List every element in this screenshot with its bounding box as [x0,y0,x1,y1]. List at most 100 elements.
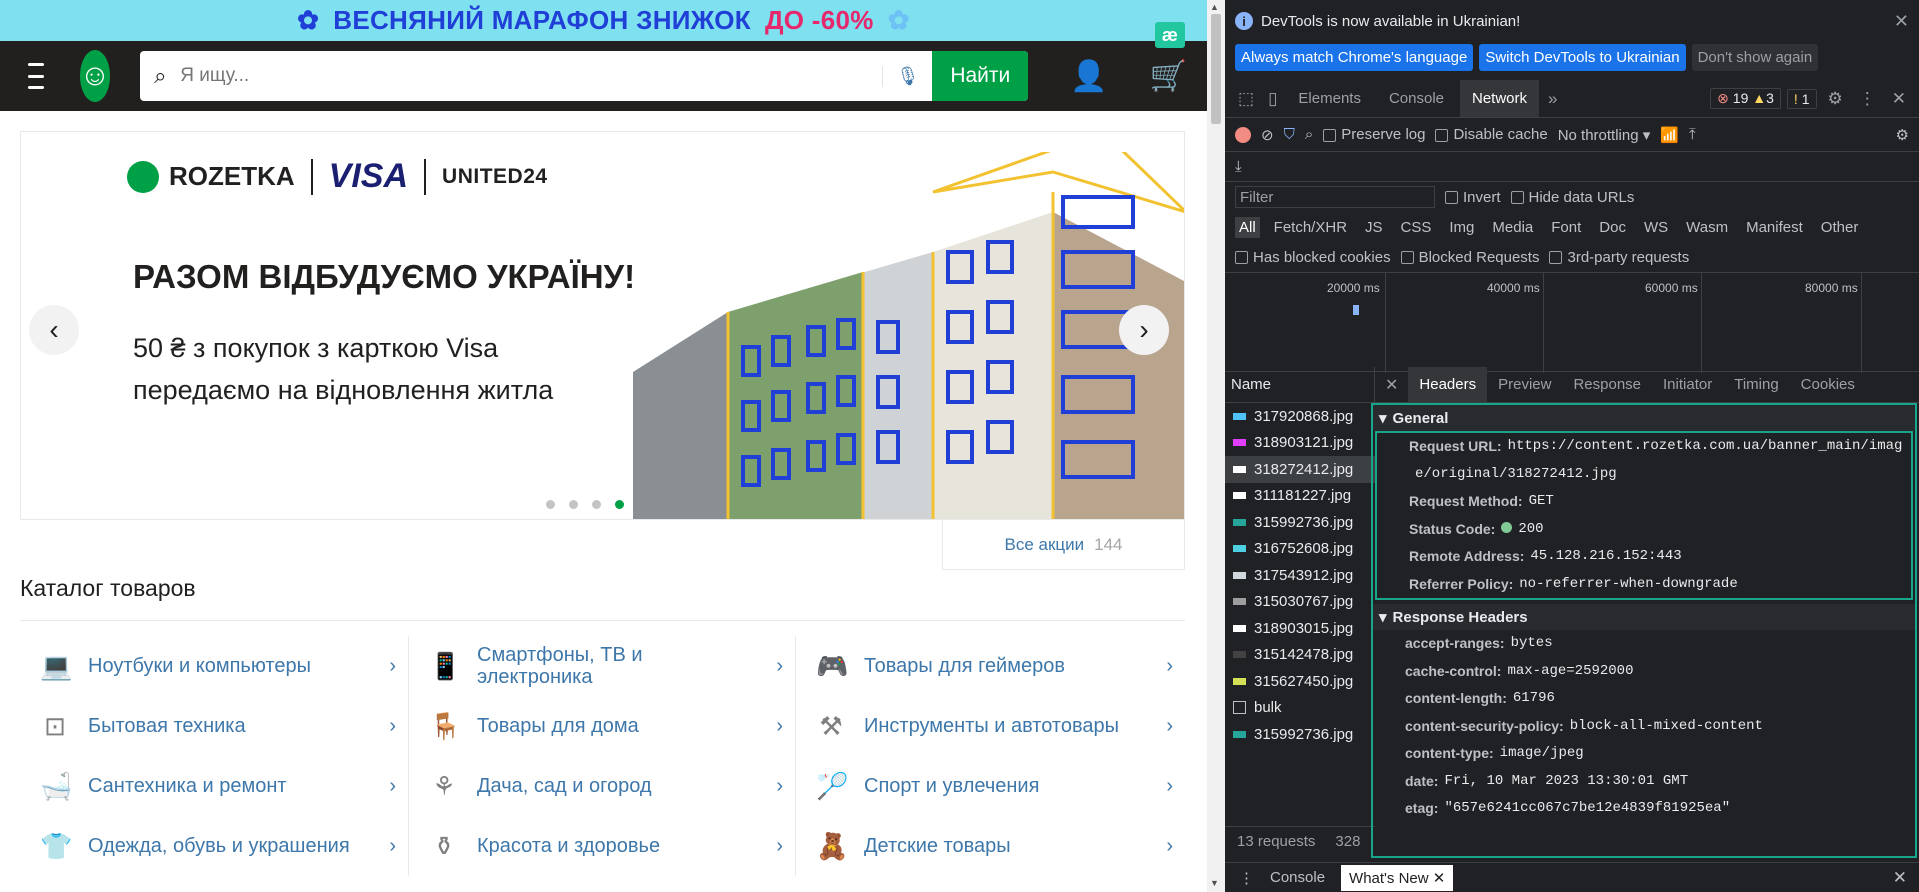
filter-input[interactable]: Filter [1235,186,1435,208]
catalog-item[interactable]: 👕 Одежда, обувь и украшения › [20,816,408,876]
request-row[interactable]: 315992736.jpg [1225,721,1375,748]
tab-elements[interactable]: Elements [1286,80,1373,117]
catalog-item[interactable]: ⊡ Бытовая техника › [20,696,408,756]
export-har-icon[interactable]: ⤓ [1235,158,1242,175]
detail-tab-timing[interactable]: Timing [1723,367,1789,402]
banner-next-button[interactable]: › [1119,305,1169,355]
drawer-tab-whats-new[interactable]: What's New ✕ [1341,864,1454,891]
scrollbar-thumb[interactable] [1211,14,1221,124]
settings-icon[interactable]: ⚙ [1823,89,1848,109]
close-drawer-icon[interactable]: ✕ [1893,868,1907,888]
menu-icon[interactable] [28,63,44,89]
match-language-button[interactable]: Always match Chrome's language [1235,43,1474,71]
more-tabs-icon[interactable]: » [1543,89,1562,109]
type-filter-js[interactable]: JS [1361,217,1387,238]
close-detail-icon[interactable]: ✕ [1375,375,1408,395]
all-promotions-link[interactable]: Все акции 144 [942,520,1185,570]
throttling-select[interactable]: No throttling ▾ [1558,126,1651,144]
blocked-requests-checkbox[interactable]: Blocked Requests [1400,249,1539,266]
response-headers-section-header[interactable]: ▾ Response Headers [1373,604,1915,630]
main-banner[interactable]: ROZETKA VISA UNITED24 РАЗОМ ВІДБУДУЄМО У… [20,131,1185,520]
more-options-icon[interactable]: ⋮ [1854,89,1881,109]
cart-icon[interactable]: 🛒 [1150,59,1187,94]
header-value[interactable]: bytes [1511,630,1553,658]
preserve-log-checkbox[interactable]: Preserve log [1323,126,1425,143]
import-har-icon[interactable]: ⤒ [1689,126,1696,143]
disable-cache-checkbox[interactable]: Disable cache [1435,126,1548,143]
type-filter-css[interactable]: CSS [1397,217,1436,238]
request-row[interactable]: 311181227.jpg [1225,483,1375,510]
microphone-icon[interactable]: 🎙 [882,65,932,87]
request-row[interactable]: 318272412.jpg [1225,456,1375,483]
error-warning-badge[interactable]: ⊗ 19 ▲3 [1710,88,1781,109]
request-row[interactable]: 315030767.jpg [1225,589,1375,616]
type-filter-all[interactable]: All [1235,216,1260,238]
search-icon[interactable]: ⌕ [1305,126,1313,143]
general-section-header[interactable]: ▾ General [1373,405,1915,431]
catalog-item[interactable]: 🏸 Спорт и увлечения › [796,756,1185,816]
drawer-tab-console[interactable]: Console [1270,869,1325,886]
device-toolbar-icon[interactable]: ▯ [1263,89,1282,109]
banner-dot[interactable] [569,500,578,509]
name-column-header[interactable]: Name [1225,367,1375,403]
header-value[interactable]: max-age=2592000 [1507,658,1633,686]
header-value[interactable]: GET [1529,488,1554,516]
tab-console[interactable]: Console [1377,80,1456,117]
banner-dot-active[interactable] [615,500,624,509]
clear-icon[interactable]: ⊘ [1261,126,1274,144]
hide-data-urls-checkbox[interactable]: Hide data URLs [1510,189,1634,206]
request-row[interactable]: 315142478.jpg [1225,642,1375,669]
header-value[interactable]: block-all-mixed-content [1570,713,1763,741]
type-filter-font[interactable]: Font [1547,217,1585,238]
drawer-menu-icon[interactable]: ⋮ [1239,869,1254,887]
catalog-item[interactable]: ⚱ Красота и здоровье › [408,816,796,876]
record-icon[interactable] [1235,126,1251,143]
dont-show-again-button[interactable]: Don't show again [1691,43,1819,71]
issue-badges[interactable]: ⊗ 19 ▲3 ! 1 ⚙ ⋮ ✕ [1710,88,1911,109]
type-filter-other[interactable]: Other [1817,217,1863,238]
type-filter-fetchxhr[interactable]: Fetch/XHR [1270,217,1351,238]
close-devtools-icon[interactable]: ✕ [1887,89,1911,109]
detail-tab-preview[interactable]: Preview [1487,367,1562,402]
switch-language-button[interactable]: Switch DevTools to Ukrainian [1479,43,1686,71]
promo-strip[interactable]: ✿ ВЕСНЯНИЙ МАРАФОН ЗНИЖОК ДО -60% ✿ æ [0,0,1207,48]
close-icon[interactable]: ✕ [1894,11,1909,32]
blocked-cookies-checkbox[interactable]: Has blocked cookies [1235,249,1391,266]
detail-tab-initiator[interactable]: Initiator [1652,367,1723,402]
issues-badge[interactable]: ! 1 [1786,88,1817,109]
header-value[interactable]: "657e6241cc067c7be12e4839f81925ea" [1444,795,1730,823]
header-value[interactable]: image/jpeg [1500,740,1584,768]
request-row[interactable]: 315992736.jpg [1225,509,1375,536]
type-filter-ws[interactable]: WS [1640,217,1672,238]
type-filter-media[interactable]: Media [1488,217,1537,238]
catalog-item[interactable]: 🎮 Товары для геймеров › [796,636,1185,696]
filter-icon[interactable]: ⛉ [1284,126,1295,143]
catalog-item[interactable]: ⚘ Дача, сад и огород › [408,756,796,816]
banner-prev-button[interactable]: ‹ [29,305,79,355]
request-row[interactable]: bulk [1225,695,1375,722]
network-conditions-icon[interactable]: 📶 [1660,126,1679,144]
request-row[interactable]: 318903121.jpg [1225,430,1375,457]
header-value[interactable]: Fri, 10 Mar 2023 13:30:01 GMT [1444,768,1688,796]
banner-pagination[interactable] [546,500,624,509]
header-value[interactable]: https://content.rozetka.com.ua/banner_ma… [1508,433,1903,461]
type-filter-doc[interactable]: Doc [1595,217,1630,238]
rozetka-logo[interactable]: ☺ [79,50,111,102]
type-filter-img[interactable]: Img [1445,217,1478,238]
request-row[interactable]: 317920868.jpg [1225,403,1375,430]
request-row[interactable]: 317543912.jpg [1225,562,1375,589]
detail-tab-response[interactable]: Response [1562,367,1652,402]
invert-checkbox[interactable]: Invert [1445,189,1501,206]
header-value[interactable]: 45.128.216.152:443 [1530,543,1681,571]
type-filter-wasm[interactable]: Wasm [1682,217,1732,238]
detail-tab-cookies[interactable]: Cookies [1790,367,1866,402]
search-button[interactable]: Найти [932,51,1029,101]
network-settings-icon[interactable]: ⚙ [1896,126,1909,144]
banner-dot[interactable] [546,500,555,509]
type-filter-manifest[interactable]: Manifest [1742,217,1807,238]
detail-tab-headers[interactable]: Headers [1408,367,1488,402]
header-value[interactable]: 61796 [1513,685,1555,713]
page-scrollbar[interactable]: ▲ ▼ [1207,0,1225,892]
header-value[interactable]: no-referrer-when-downgrade [1519,571,1737,599]
catalog-item[interactable]: 🛁 Сантехника и ремонт › [20,756,408,816]
